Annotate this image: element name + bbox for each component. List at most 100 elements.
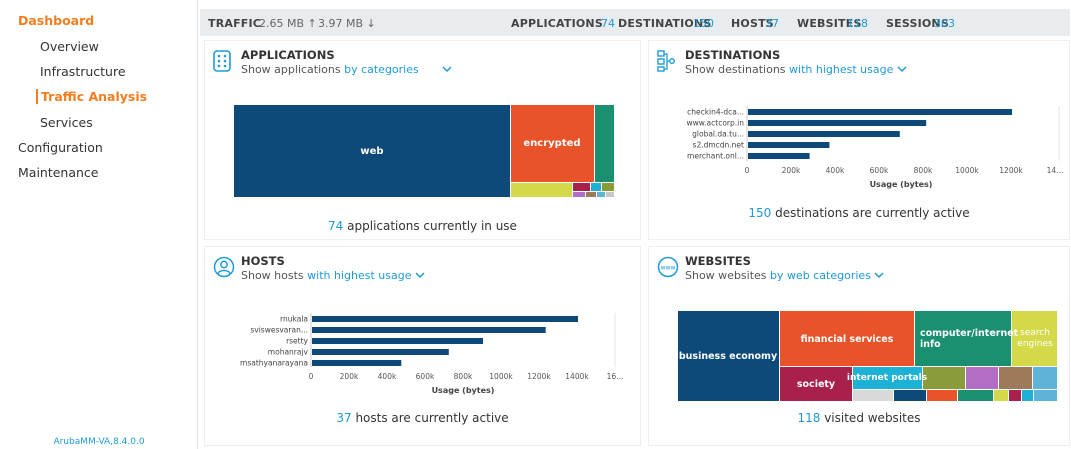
sidebar-item-traffic-analysis[interactable]: Traffic Analysis — [36, 89, 147, 104]
applications-view-dropdown[interactable]: by categories — [344, 63, 419, 76]
destinations-bar-chart[interactable]: checkin4-dca... www.actcorp.in global.da.t… — [649, 101, 1069, 201]
y-tick-label: checkin4-dca... — [687, 108, 744, 117]
hosts-count[interactable]: 37 — [336, 411, 351, 425]
treemap-tile[interactable] — [606, 192, 614, 197]
sidebar: Dashboard Overview Infrastructure Traffi… — [0, 0, 198, 449]
www-globe-icon: www — [657, 256, 679, 278]
treemap-tile[interactable] — [573, 183, 590, 191]
x-tick-label: 800k — [914, 166, 933, 175]
hosts-bar-chart[interactable]: rnukala sviswesvaran... rsetty mohanrajv msa… — [205, 307, 640, 407]
sessions-stat-value[interactable]: 303 — [934, 17, 955, 30]
hosts-stat-value[interactable]: 37 — [765, 17, 779, 30]
hosts-subtitle: Show hosts with highest usage — [241, 269, 425, 282]
stats-bar: TRAFFIC 2.65 MB ↑ 3.97 MB ↓ APPLICATIONS… — [200, 9, 1070, 36]
applications-footer-text: applications currently in use — [343, 219, 517, 233]
hosts-subtitle-prefix: Show hosts — [241, 269, 304, 282]
treemap-tile[interactable] — [586, 192, 596, 197]
treemap-tile[interactable] — [1009, 390, 1021, 401]
applications-panel: APPLICATIONS Show applications by catego… — [204, 40, 641, 240]
treemap-tile[interactable] — [966, 367, 998, 389]
applications-subtitle: Show applications by categories — [241, 63, 452, 76]
applications-stat-label[interactable]: APPLICATIONS — [511, 17, 603, 30]
treemap-tile[interactable] — [853, 390, 893, 401]
treemap-label: info — [920, 339, 941, 350]
treemap-tile[interactable] — [1033, 367, 1057, 389]
websites-count[interactable]: 118 — [797, 411, 820, 425]
treemap-tile[interactable] — [602, 183, 614, 191]
applications-count[interactable]: 74 — [328, 219, 343, 233]
bar[interactable] — [312, 360, 402, 366]
treemap-tile[interactable] — [958, 390, 993, 401]
destinations-footer: 150 destinations are currently active — [649, 206, 1069, 220]
destinations-stat-value[interactable]: 150 — [693, 17, 714, 30]
sidebar-item-dashboard[interactable]: Dashboard — [18, 13, 94, 28]
chevron-down-icon[interactable] — [415, 271, 425, 279]
treemap-tile[interactable] — [595, 105, 614, 182]
sidebar-item-infrastructure[interactable]: Infrastructure — [40, 64, 126, 79]
treemap-label: business economy — [679, 351, 778, 362]
treemap-label: society — [797, 379, 836, 390]
treemap-tile[interactable] — [1034, 390, 1057, 401]
applications-stat-value[interactable]: 74 — [601, 17, 615, 30]
destinations-count[interactable]: 150 — [748, 206, 771, 220]
destinations-view-dropdown[interactable]: with highest usage — [789, 63, 893, 76]
websites-view-dropdown[interactable]: by web categories — [770, 269, 871, 282]
destinations-title: DESTINATIONS — [685, 48, 781, 62]
svg-text:www: www — [661, 265, 676, 272]
websites-subtitle: Show websites by web categories — [685, 269, 884, 282]
treemap-tile[interactable] — [591, 183, 601, 191]
websites-treemap[interactable]: business economy financial services comp… — [678, 311, 1057, 401]
bar[interactable] — [748, 120, 927, 126]
x-axis-label: Usage (bytes) — [870, 180, 933, 189]
treemap-tile[interactable] — [573, 192, 585, 197]
bar[interactable] — [748, 131, 900, 137]
chevron-down-icon[interactable] — [874, 271, 884, 279]
chevron-down-icon[interactable] — [442, 65, 452, 73]
bar[interactable] — [312, 327, 546, 333]
treemap-label: engines — [1017, 339, 1053, 349]
websites-footer: 118 visited websites — [649, 411, 1069, 425]
treemap-tile[interactable] — [597, 192, 605, 197]
x-tick-label: 1400k — [565, 372, 589, 381]
bar[interactable] — [312, 338, 483, 344]
sidebar-item-services[interactable]: Services — [40, 115, 93, 130]
treemap-label: internet portals — [847, 373, 927, 383]
y-tick-label: s2.dmcdn.net — [693, 141, 745, 150]
y-tick-label: mohanrajv — [268, 348, 309, 357]
traffic-down-value: 3.97 MB ↓ — [318, 17, 376, 30]
version-label: ArubaMM-VA,8.4.0.0 — [53, 437, 145, 447]
applications-treemap[interactable]: web encrypted — [234, 105, 614, 197]
sidebar-item-configuration[interactable]: Configuration — [18, 140, 103, 155]
traffic-label: TRAFFIC — [208, 17, 262, 30]
hosts-panel: HOSTS Show hosts with highest usage rnuk… — [204, 246, 641, 446]
app-root: Dashboard Overview Infrastructure Traffi… — [0, 0, 1071, 449]
bar[interactable] — [312, 316, 578, 322]
treemap-tile[interactable] — [894, 390, 926, 401]
treemap-tile[interactable] — [1022, 390, 1033, 401]
bar[interactable] — [748, 153, 810, 159]
websites-stat-value[interactable]: 118 — [847, 17, 868, 30]
y-tick-label: merchant.onl... — [687, 152, 744, 161]
x-tick-label: 400k — [378, 372, 397, 381]
bar[interactable] — [748, 109, 1012, 115]
treemap-tile[interactable] — [994, 390, 1008, 401]
x-tick-label: 200k — [340, 372, 359, 381]
x-tick-label: 0 — [309, 372, 314, 381]
hosts-view-dropdown[interactable]: with highest usage — [307, 269, 411, 282]
chevron-down-icon[interactable] — [897, 65, 907, 73]
y-tick-label: rsetty — [286, 337, 308, 346]
bar[interactable] — [748, 142, 830, 148]
x-tick-label: 16... — [607, 372, 624, 381]
treemap-tile[interactable] — [927, 390, 957, 401]
treemap-tile[interactable] — [511, 183, 572, 197]
treemap-tile[interactable] — [923, 367, 965, 389]
sidebar-item-maintenance[interactable]: Maintenance — [18, 165, 99, 180]
traffic-up-value: 2.65 MB ↑ — [259, 17, 317, 30]
treemap-tile[interactable] — [999, 367, 1032, 389]
sidebar-item-overview[interactable]: Overview — [40, 39, 99, 54]
websites-panel: www WEBSITES Show websites by web catego… — [648, 246, 1070, 446]
y-tick-label: sviswesvaran... — [250, 326, 308, 335]
hosts-title: HOSTS — [241, 254, 285, 268]
treemap-label: web — [360, 146, 383, 157]
bar[interactable] — [312, 349, 449, 355]
